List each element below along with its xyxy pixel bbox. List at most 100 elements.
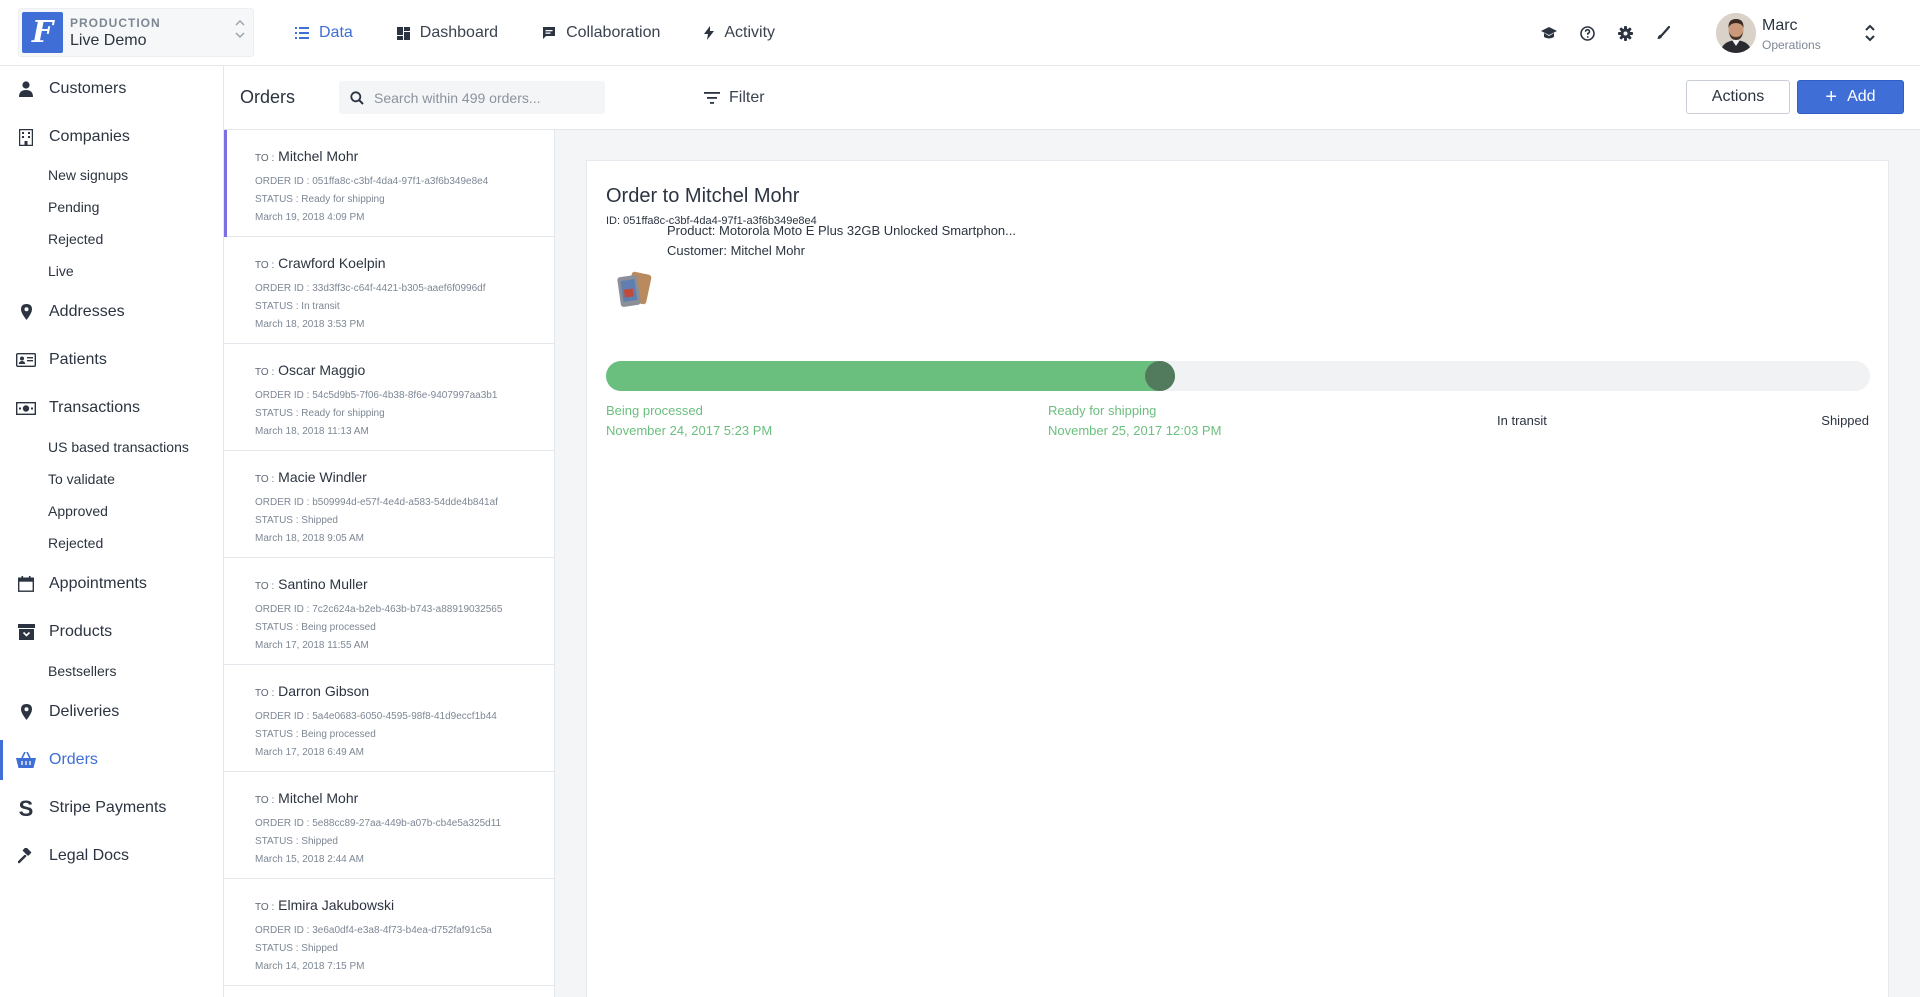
order-recipient: TO : Santino Muller xyxy=(255,576,368,592)
sidebar-subitem-new-signups[interactable]: New signups xyxy=(48,163,128,187)
sidebar-item-label: Orders xyxy=(49,751,98,768)
order-row[interactable]: TO : Darron Gibson ORDER ID : 5a4e0683-6… xyxy=(224,665,554,772)
sidebar: Customers Companies New signups Pending … xyxy=(0,66,224,997)
nav-collaboration-label: Collaboration xyxy=(566,24,661,41)
sidebar-subitem-rejected[interactable]: Rejected xyxy=(48,531,103,555)
nav-data[interactable]: Data xyxy=(295,0,353,66)
order-date: March 15, 2018 2:44 AM xyxy=(255,854,364,865)
archive-box-icon xyxy=(16,623,36,641)
sidebar-item-label: Companies xyxy=(49,128,130,145)
step-in-transit-label: In transit xyxy=(1497,413,1547,428)
nav-dashboard-label: Dashboard xyxy=(419,24,499,41)
sidebar-item-label: Patients xyxy=(49,351,107,368)
chevron-up-down-icon xyxy=(1864,22,1876,49)
sidebar-item-products[interactable]: Products xyxy=(0,612,223,652)
order-id: ORDER ID : 3e6a0df4-e3a8-4f73-b4ea-d752f… xyxy=(255,925,492,936)
sidebar-item-patients[interactable]: Patients xyxy=(0,340,223,380)
order-recipient: TO : Crawford Koelpin xyxy=(255,255,386,271)
sidebar-item-stripe-payments[interactable]: S Stripe Payments xyxy=(0,788,223,828)
avatar xyxy=(1716,13,1756,53)
sidebar-item-companies[interactable]: Companies xyxy=(0,117,223,157)
sidebar-item-deliveries[interactable]: Deliveries xyxy=(0,692,223,732)
user-role: Operations xyxy=(1762,38,1821,52)
filter-icon xyxy=(704,92,720,104)
order-row[interactable]: TO : Elmira Jakubowski ORDER ID : 3e6a0d… xyxy=(224,879,554,986)
add-button[interactable]: + Add xyxy=(1797,80,1904,114)
step-ready-for-shipping-label: Ready for shipping xyxy=(1048,403,1157,418)
sidebar-subitem-pending[interactable]: Pending xyxy=(48,195,99,219)
stripe-icon: S xyxy=(16,798,36,818)
sidebar-item-orders[interactable]: Orders xyxy=(0,740,223,780)
order-id: ORDER ID : b509994d-e57f-4e4d-a583-54dde… xyxy=(255,497,498,508)
actions-button[interactable]: Actions xyxy=(1686,80,1790,114)
help-icon[interactable] xyxy=(1568,20,1606,46)
sidebar-item-appointments[interactable]: Appointments xyxy=(0,564,223,604)
sidebar-item-label: Stripe Payments xyxy=(49,799,167,816)
sidebar-item-addresses[interactable]: Addresses xyxy=(0,292,223,332)
id-card-icon xyxy=(16,351,36,369)
order-row[interactable]: TO : Mitchel Mohr ORDER ID : 5e88cc89-27… xyxy=(224,772,554,879)
sidebar-item-label: Appointments xyxy=(49,575,147,592)
sidebar-subitem-bestsellers[interactable]: Bestsellers xyxy=(48,659,116,683)
order-recipient: TO : Oscar Maggio xyxy=(255,362,366,378)
sidebar-item-label: Customers xyxy=(49,80,127,97)
product-thumbnail xyxy=(613,269,657,309)
filter-button[interactable]: Filter xyxy=(704,83,765,113)
sidebar-subitem-us-based-transactions[interactable]: US based transactions xyxy=(48,435,189,459)
order-status: STATUS : In transit xyxy=(255,301,340,312)
app-logo: F xyxy=(22,12,63,53)
nav-dashboard[interactable]: Dashboard xyxy=(396,0,499,66)
map-pin-icon xyxy=(16,703,36,721)
step-shipped-label: Shipped xyxy=(1821,413,1869,428)
progress-fill xyxy=(606,361,1175,391)
nav-collaboration[interactable]: Collaboration xyxy=(542,0,660,66)
map-pin-icon xyxy=(16,303,36,321)
nav-activity-label: Activity xyxy=(724,24,776,41)
project-switcher[interactable]: F PRODUCTION Live Demo xyxy=(18,8,254,57)
list-icon xyxy=(295,27,309,39)
project-name: Live Demo xyxy=(70,32,147,49)
money-icon xyxy=(16,399,36,417)
order-row[interactable]: TO : Crawford Koelpin ORDER ID : 33d3ff3… xyxy=(224,237,554,344)
gear-icon[interactable] xyxy=(1606,20,1644,46)
order-row[interactable]: TO : Oscar Maggio ORDER ID : 54c5d9b5-7f… xyxy=(224,344,554,451)
project-environment: PRODUCTION xyxy=(70,16,161,30)
search-icon xyxy=(350,90,364,105)
order-status: STATUS : Being processed xyxy=(255,622,376,633)
search-input[interactable] xyxy=(374,89,594,106)
sidebar-item-transactions[interactable]: Transactions xyxy=(0,388,223,428)
order-recipient: TO : Darron Gibson xyxy=(255,683,370,699)
bolt-icon xyxy=(704,26,715,40)
order-id: ORDER ID : 051ffa8c-c3bf-4da4-97f1-a3f6b… xyxy=(255,176,489,187)
sidebar-subitem-live[interactable]: Live xyxy=(48,259,74,283)
order-id: ORDER ID : 5a4e0683-6050-4595-98f8-41d9e… xyxy=(255,711,497,722)
product-name: Product: Motorola Moto E Plus 32GB Unloc… xyxy=(667,223,1017,238)
order-date: March 18, 2018 11:13 AM xyxy=(255,426,369,437)
order-row[interactable]: TO : Mitchel Mohr ORDER ID : 051ffa8c-c3… xyxy=(224,130,554,237)
order-row[interactable]: TO : Macie Windler ORDER ID : b509994d-e… xyxy=(224,451,554,558)
plus-icon: + xyxy=(1825,86,1838,108)
nav-activity[interactable]: Activity xyxy=(704,0,775,66)
order-recipient: TO : Mitchel Mohr xyxy=(255,790,359,806)
sidebar-subitem-to-validate[interactable]: To validate xyxy=(48,467,115,491)
sidebar-subitem-rejected[interactable]: Rejected xyxy=(48,227,103,251)
person-icon xyxy=(16,80,36,98)
sidebar-item-legal-docs[interactable]: Legal Docs xyxy=(0,836,223,876)
order-status: STATUS : Shipped xyxy=(255,836,338,847)
top-bar: F PRODUCTION Live Demo Data Dashboard Co… xyxy=(0,0,1920,66)
brush-icon[interactable] xyxy=(1644,20,1682,46)
graduation-cap-icon[interactable] xyxy=(1530,20,1568,46)
order-detail-title: Order to Mitchel Mohr xyxy=(606,185,800,207)
filter-label: Filter xyxy=(729,89,765,106)
sidebar-subitem-approved[interactable]: Approved xyxy=(48,499,108,523)
user-menu[interactable]: Marc Operations xyxy=(1716,10,1896,56)
order-id: ORDER ID : 54c5d9b5-7f06-4b38-8f6e-94079… xyxy=(255,390,498,401)
order-date: March 18, 2018 3:53 PM xyxy=(255,319,365,330)
building-icon xyxy=(16,128,36,146)
order-list: TO : Mitchel Mohr ORDER ID : 051ffa8c-c3… xyxy=(224,130,555,997)
order-row[interactable]: TO : Santino Muller ORDER ID : 7c2c624a-… xyxy=(224,558,554,665)
toolbar-icons xyxy=(1530,20,1682,46)
sidebar-item-customers[interactable]: Customers xyxy=(0,69,223,109)
sidebar-item-label: Products xyxy=(49,623,113,640)
order-id: ORDER ID : 33d3ff3c-c64f-4421-b305-aaef6… xyxy=(255,283,486,294)
